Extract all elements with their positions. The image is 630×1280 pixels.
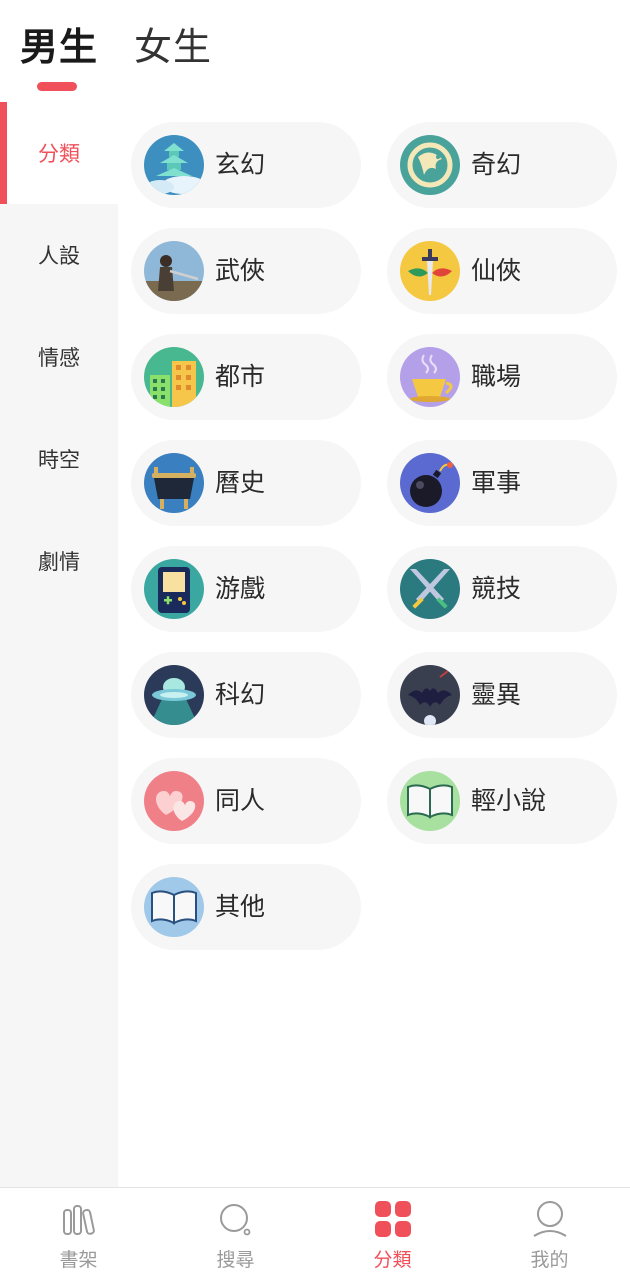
active-tab-indicator [37, 82, 77, 91]
gender-tabs: 男生 女生 [0, 0, 630, 100]
category-fantasy[interactable]: 奇幻 [387, 122, 617, 208]
nav-bookshelf[interactable]: 書架 [0, 1188, 157, 1280]
nav-label: 分類 [373, 1249, 412, 1271]
category-esports[interactable]: 競技 [387, 546, 617, 632]
swordsman-icon [144, 241, 204, 301]
bat-icon [400, 665, 460, 725]
category-label: 奇幻 [471, 150, 522, 179]
category-label: 玄幻 [215, 150, 266, 179]
profile-icon [531, 1200, 569, 1238]
sword-icon [400, 241, 460, 301]
category-urban[interactable]: 都市 [131, 334, 361, 420]
category-label: 競技 [471, 574, 522, 603]
nav-search[interactable]: 搜尋 [157, 1188, 314, 1280]
sidebar-item-plot[interactable]: 劇情 [0, 510, 118, 612]
category-label: 武俠 [215, 256, 266, 285]
ufo-icon [144, 665, 204, 725]
bomb-icon [400, 453, 460, 513]
cauldron-icon [144, 453, 204, 513]
category-supernatural[interactable]: 靈異 [387, 652, 617, 738]
category-sidebar: 分類 人設 情感 時空 劇情 [0, 102, 118, 1188]
category-xuanhuan[interactable]: 玄幻 [131, 122, 361, 208]
category-history[interactable]: 曆史 [131, 440, 361, 526]
category-light-novel[interactable]: 輕小說 [387, 758, 617, 844]
category-label: 其他 [215, 892, 266, 921]
category-workplace[interactable]: 職場 [387, 334, 617, 420]
category-label: 都市 [215, 362, 266, 391]
category-grid-icon [374, 1200, 412, 1238]
sidebar-item-timespace[interactable]: 時空 [0, 408, 118, 510]
category-label: 輕小說 [471, 786, 547, 815]
category-label: 科幻 [215, 680, 266, 709]
nav-category[interactable]: 分類 [314, 1188, 471, 1280]
search-icon [217, 1200, 255, 1238]
category-label: 游戲 [215, 574, 266, 603]
category-label: 曆史 [215, 468, 266, 497]
nav-label: 搜尋 [216, 1249, 255, 1271]
category-scifi[interactable]: 科幻 [131, 652, 361, 738]
tab-female[interactable]: 女生 [134, 22, 212, 72]
category-military[interactable]: 軍事 [387, 440, 617, 526]
bookshelf-icon [60, 1200, 98, 1238]
category-xianxia[interactable]: 仙俠 [387, 228, 617, 314]
open-book-icon [400, 771, 460, 831]
nav-profile[interactable]: 我的 [471, 1188, 628, 1280]
tab-male[interactable]: 男生 [20, 22, 98, 72]
buildings-icon [144, 347, 204, 407]
category-label: 軍事 [471, 468, 522, 497]
category-game[interactable]: 游戲 [131, 546, 361, 632]
dragon-icon [400, 135, 460, 195]
gameboy-icon [144, 559, 204, 619]
category-wuxia[interactable]: 武俠 [131, 228, 361, 314]
category-other[interactable]: 其他 [131, 864, 361, 950]
nav-label: 書架 [59, 1249, 98, 1271]
crossed-swords-icon [400, 559, 460, 619]
pagoda-icon [144, 135, 204, 195]
category-label: 同人 [215, 786, 266, 815]
category-fanfic[interactable]: 同人 [131, 758, 361, 844]
category-label: 職場 [471, 362, 522, 391]
category-label: 靈異 [471, 680, 522, 709]
hearts-icon [144, 771, 204, 831]
open-book-icon [144, 877, 204, 937]
sidebar-item-category[interactable]: 分類 [0, 102, 118, 204]
sidebar-item-emotion[interactable]: 情感 [0, 306, 118, 408]
coffee-cup-icon [400, 347, 460, 407]
nav-label: 我的 [530, 1249, 569, 1271]
bottom-nav: 書架 搜尋 分類 我的 [0, 1187, 630, 1280]
sidebar-item-persona[interactable]: 人設 [0, 204, 118, 306]
category-label: 仙俠 [471, 256, 522, 285]
